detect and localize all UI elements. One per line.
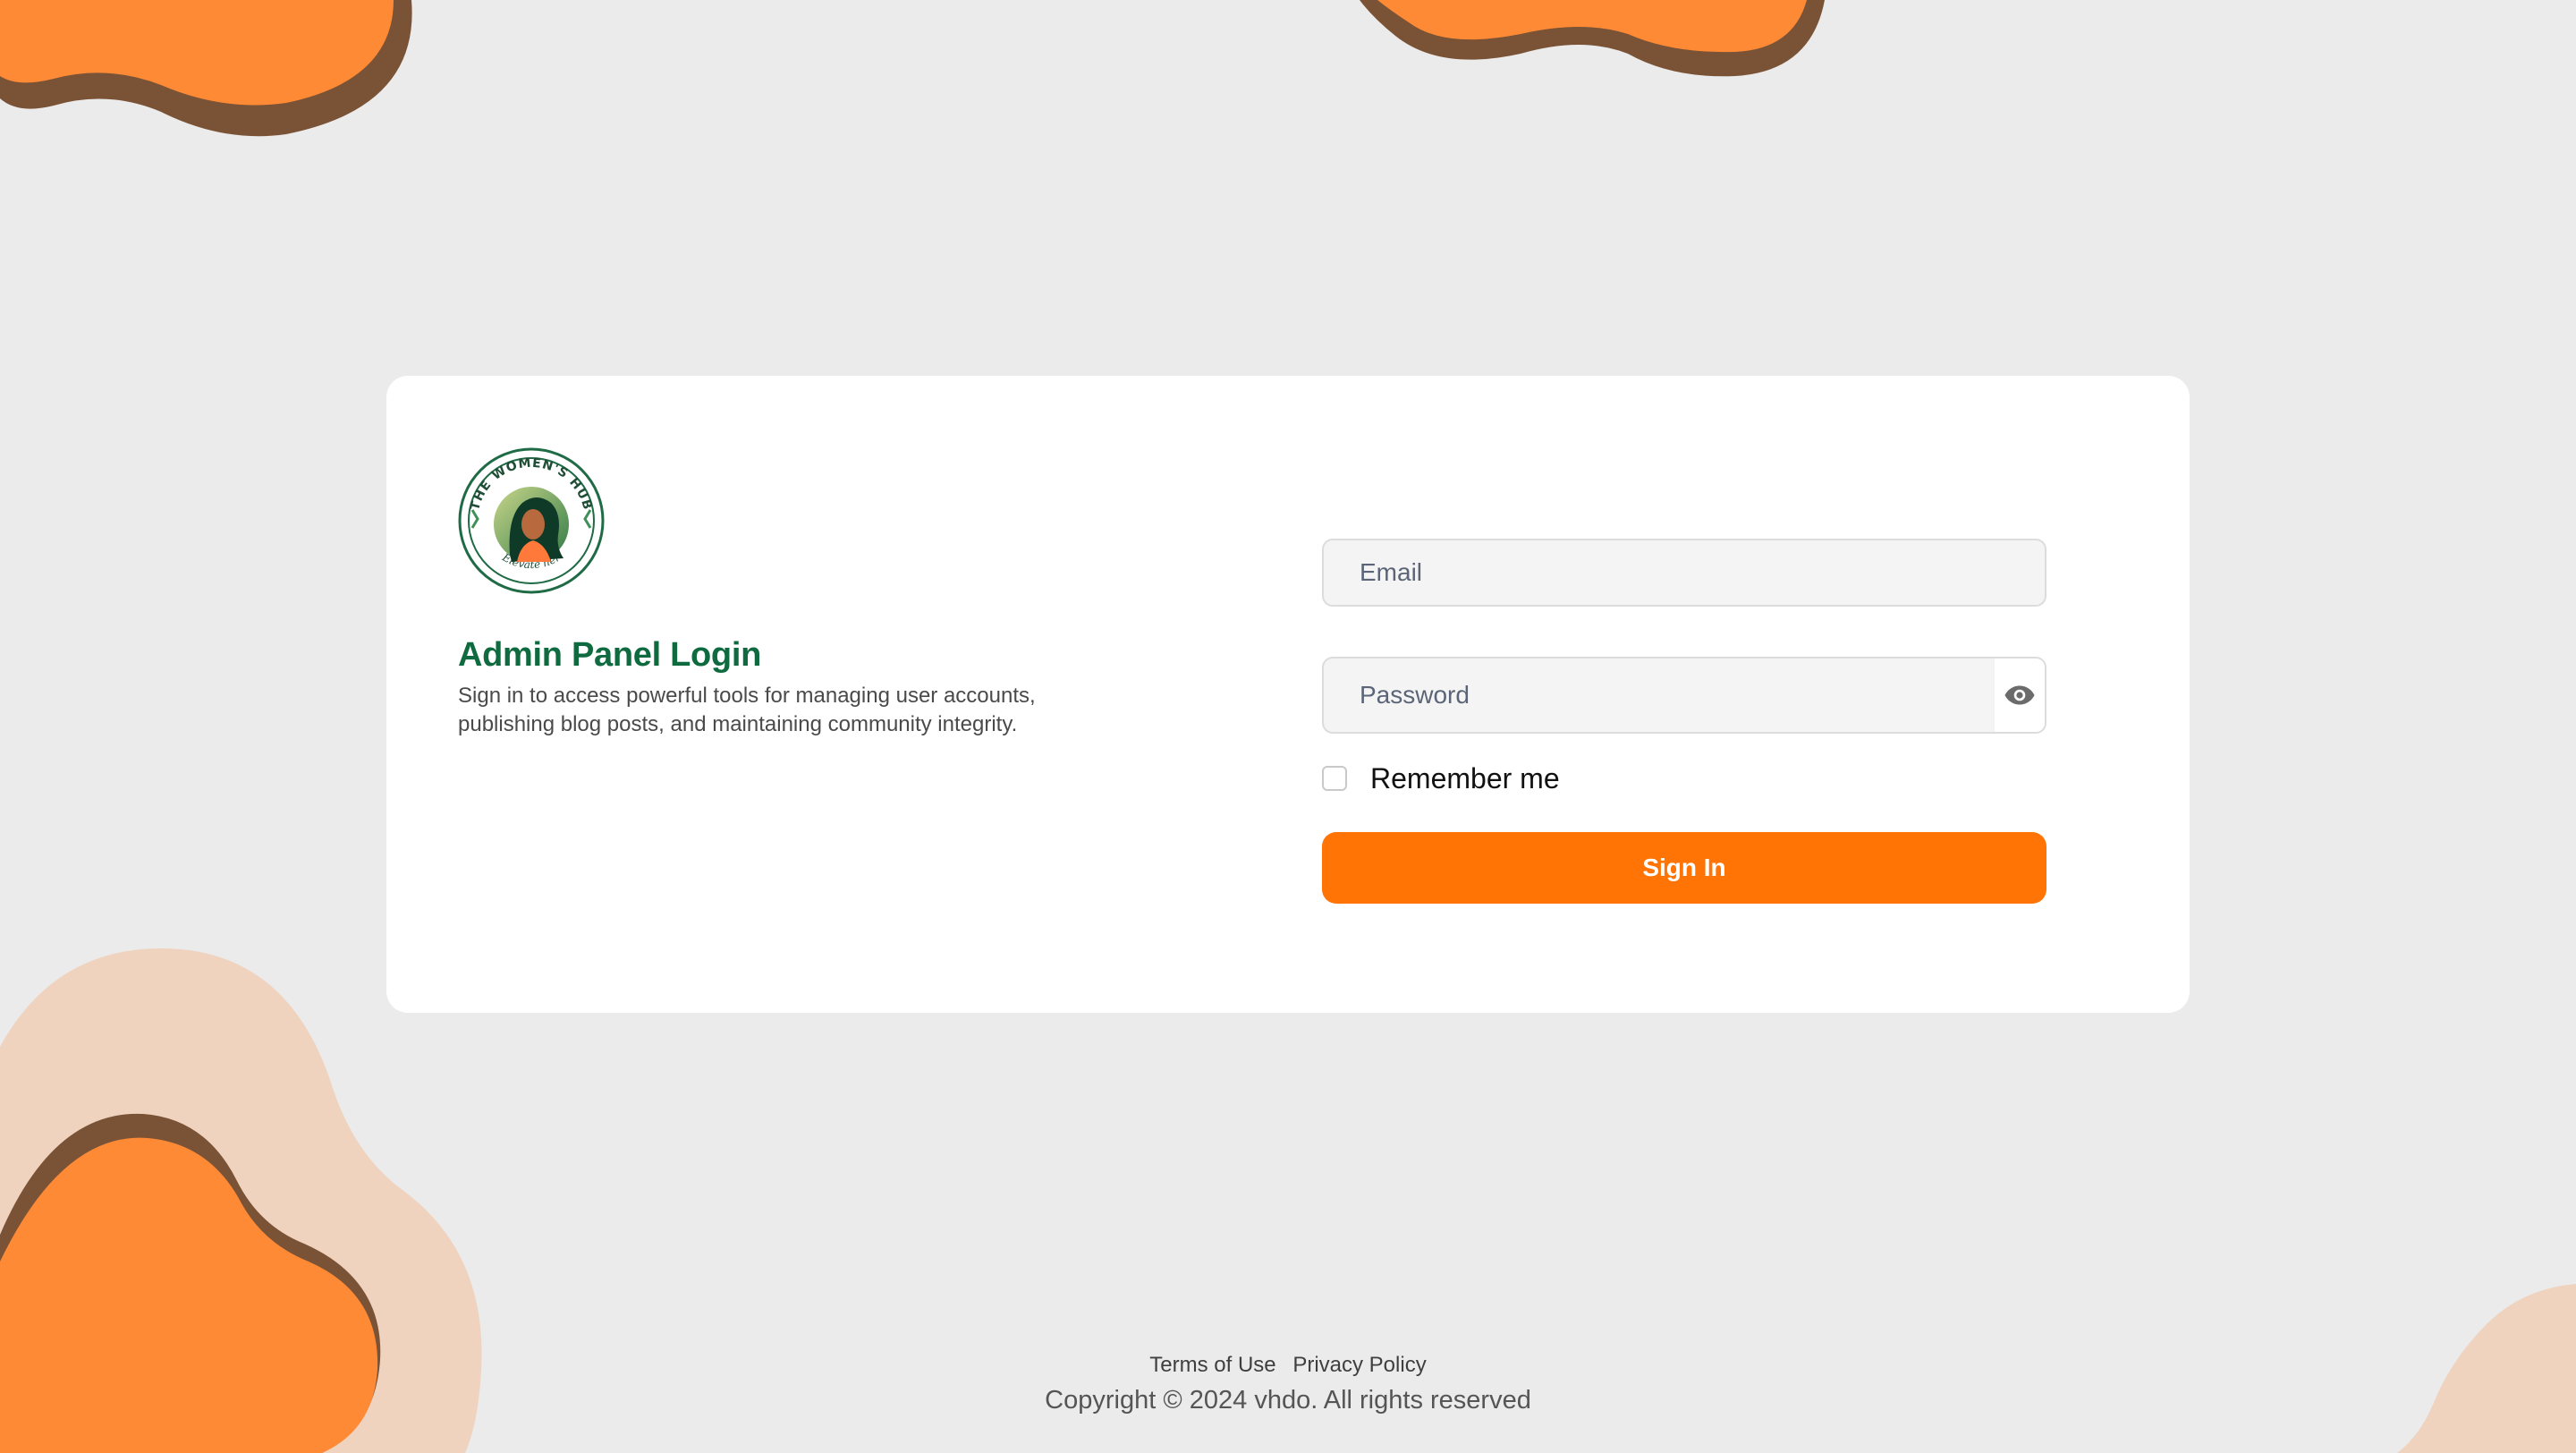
password-input[interactable] [1324, 659, 1995, 732]
decorative-blob-top-center [1360, 0, 1843, 89]
remember-me-label[interactable]: Remember me [1370, 762, 1560, 795]
page-title: Admin Panel Login [458, 636, 762, 674]
login-card: THE WOMEN'S HUB Elevate her Admin Panel … [386, 376, 2190, 1013]
login-form: Remember me Sign In [1322, 539, 2046, 904]
remember-me-row: Remember me [1322, 760, 2046, 796]
password-field-wrapper [1322, 657, 2046, 734]
brand-section: THE WOMEN'S HUB Elevate her Admin Panel … [458, 447, 1138, 739]
page-subtitle: Sign in to access powerful tools for man… [458, 684, 1036, 736]
email-input[interactable] [1324, 540, 2045, 605]
remember-me-checkbox[interactable] [1322, 766, 1347, 791]
eye-icon [2004, 685, 2035, 705]
copyright-text: Copyright © 2024 vhdo. All rights reserv… [1045, 1386, 1531, 1415]
footer: Terms of Use Privacy Policy Copyright © … [0, 1351, 2576, 1417]
sign-in-button[interactable]: Sign In [1322, 832, 2046, 904]
terms-of-use-link[interactable]: Terms of Use [1149, 1353, 1275, 1377]
login-page: THE WOMEN'S HUB Elevate her Admin Panel … [0, 0, 2576, 1453]
privacy-policy-link[interactable]: Privacy Policy [1292, 1353, 1426, 1377]
footer-links: Terms of Use Privacy Policy [0, 1351, 2576, 1380]
email-field-wrapper [1322, 539, 2046, 607]
womens-hub-logo: THE WOMEN'S HUB Elevate her [458, 447, 605, 594]
show-password-button[interactable] [1995, 659, 2045, 732]
decorative-blob-top-left [0, 0, 429, 143]
